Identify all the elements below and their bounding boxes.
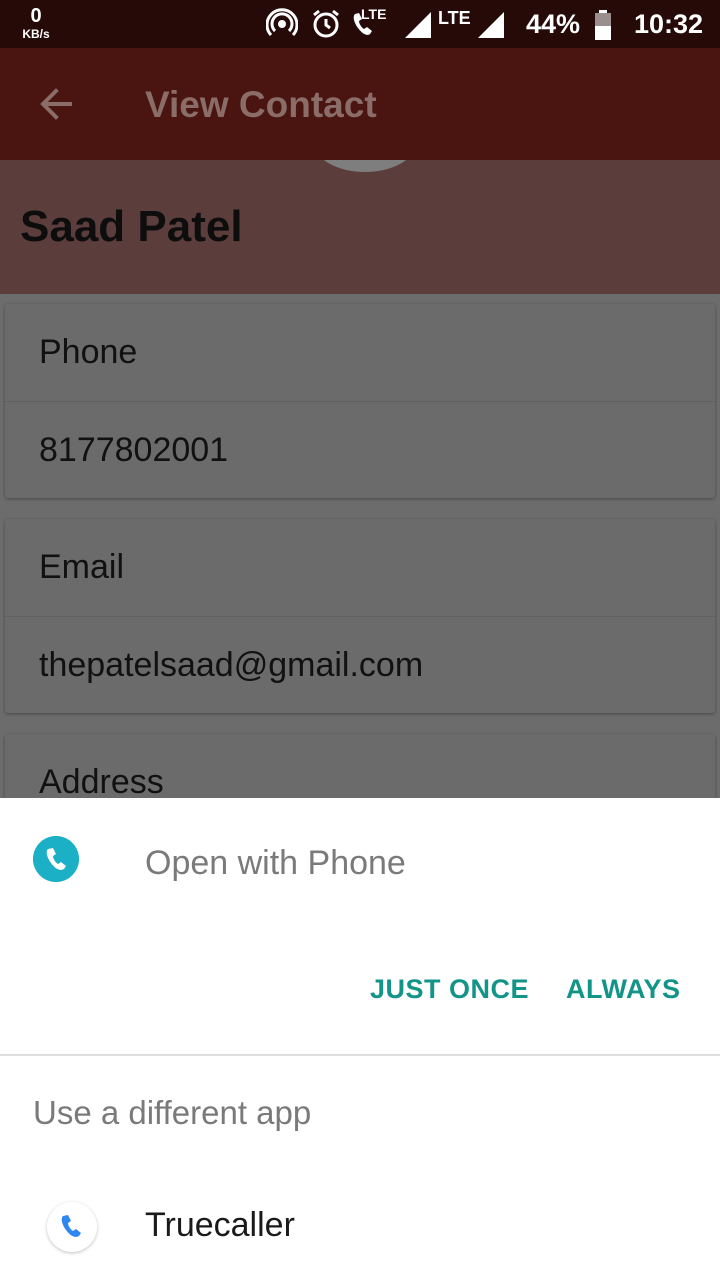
contact-header: Saad Patel [0,160,720,294]
divider [0,1054,720,1056]
email-card[interactable]: Email thepatelsaad@gmail.com [5,519,715,713]
avatar [315,160,415,172]
lte-label-1: LTE [361,6,387,22]
battery-icon [595,10,611,40]
always-button[interactable]: ALWAYS [566,974,681,1005]
back-arrow-icon[interactable] [36,84,76,124]
hotspot-icon [266,8,298,37]
app-bar: View Contact [0,48,720,160]
clock: 10:32 [634,9,704,39]
phone-app-icon [33,836,79,882]
just-once-button[interactable]: JUST ONCE [370,974,529,1005]
lte-label-2: LTE [438,8,471,28]
email-value[interactable]: thepatelsaad@gmail.com [5,616,715,713]
app-chooser-sheet: Open with Phone JUST ONCE ALWAYS Use a d… [0,798,720,1280]
page-title: View Contact [145,84,377,125]
network-speed-unit: KB/s [22,27,50,41]
truecaller-label: Truecaller [145,1206,295,1244]
alarm-icon [313,9,339,38]
open-with-label: Open with Phone [145,844,406,882]
open-with-row: Open with Phone [0,798,720,928]
phone-label: Phone [39,333,138,371]
truecaller-phone-icon [47,1202,97,1252]
signal-icon-1 [405,12,431,38]
network-speed-value: 0 [30,5,42,27]
different-app-heading: Use a different app [33,1094,312,1131]
phone-card[interactable]: Phone 8177802001 [5,304,715,498]
app-option-truecaller[interactable]: Truecaller [0,1178,720,1278]
network-speed: 0 KB/s [16,6,56,40]
signal-icon-2 [478,12,504,38]
contact-name: Saad Patel [20,202,243,251]
phone-value[interactable]: 8177802001 [5,401,715,498]
address-card[interactable]: Address [5,734,715,798]
status-bar: 0 KB/s LTE LTE 44% 10:32 [0,0,720,48]
contact-details: Phone 8177802001 Email thepatelsaad@gmai… [0,294,720,798]
battery-percent: 44% [526,9,581,39]
email-label: Email [39,548,125,586]
address-label: Address [39,763,164,798]
